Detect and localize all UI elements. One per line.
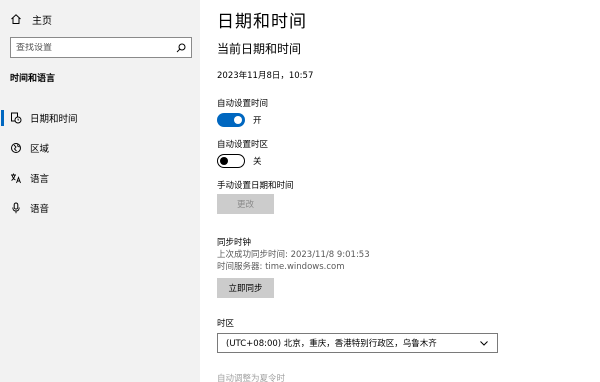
- sidebar-item-label: 区域: [30, 144, 50, 155]
- sidebar-nav: 日期和时间 区域 语言 语音: [0, 103, 200, 223]
- sidebar-item-language[interactable]: 语言: [0, 163, 200, 193]
- current-datetime-heading: 当前日期和时间: [217, 42, 302, 56]
- manual-datetime-label: 手动设置日期和时间: [217, 181, 294, 191]
- search-icon[interactable]: [176, 43, 186, 53]
- auto-time-state: 开: [253, 116, 262, 126]
- settings-search-box[interactable]: [10, 37, 192, 58]
- sidebar-item-label: 语言: [30, 174, 50, 185]
- last-sync-text: 上次成功同步时间: 2023/11/8 9:01:53: [217, 250, 370, 260]
- sidebar-item-region[interactable]: 区域: [0, 133, 200, 163]
- sidebar-item-label: 日期和时间: [30, 114, 78, 125]
- timezone-label: 时区: [217, 319, 235, 329]
- main-content: 日期和时间 当前日期和时间 2023年11月8日，10:57 自动设置时间 开 …: [217, 0, 600, 382]
- auto-timezone-state: 关: [253, 157, 262, 167]
- timezone-select[interactable]: (UTC+08:00) 北京，重庆，香港特别行政区，乌鲁木齐: [217, 333, 498, 353]
- sidebar-item-date-time[interactable]: 日期和时间: [0, 103, 200, 133]
- auto-timezone-row: 关: [217, 154, 262, 168]
- section-title: 时间和语言: [10, 74, 56, 84]
- auto-time-toggle[interactable]: [217, 113, 245, 127]
- auto-time-row: 开: [217, 113, 262, 127]
- chevron-down-icon: [479, 338, 489, 348]
- time-server-text: 时间服务器: time.windows.com: [217, 262, 345, 272]
- home-label: 主页: [32, 15, 52, 27]
- sidebar-item-label: 语音: [30, 204, 50, 215]
- clock-icon: [10, 112, 22, 124]
- page-title: 日期和时间: [217, 12, 307, 32]
- settings-search-input[interactable]: [16, 42, 176, 53]
- auto-timezone-label: 自动设置时区: [217, 140, 269, 150]
- globe-icon: [10, 142, 22, 154]
- timezone-value: (UTC+08:00) 北京，重庆，香港特别行政区，乌鲁木齐: [226, 339, 437, 349]
- language-icon: [10, 172, 22, 184]
- change-button[interactable]: 更改: [217, 194, 274, 214]
- home-link[interactable]: 主页: [10, 10, 52, 28]
- auto-time-label: 自动设置时间: [217, 99, 269, 109]
- sidebar-item-speech[interactable]: 语音: [0, 193, 200, 223]
- sync-clock-title: 同步时钟: [217, 238, 252, 248]
- microphone-icon: [10, 202, 22, 214]
- auto-timezone-toggle[interactable]: [217, 154, 245, 168]
- current-datetime-value: 2023年11月8日，10:57: [217, 71, 314, 81]
- dst-label: 自动调整为夏令时: [217, 374, 286, 382]
- sync-now-button[interactable]: 立即同步: [217, 278, 274, 298]
- sidebar: 主页 时间和语言 日期和时间 区域 语言: [0, 0, 200, 382]
- home-icon: [10, 13, 22, 25]
